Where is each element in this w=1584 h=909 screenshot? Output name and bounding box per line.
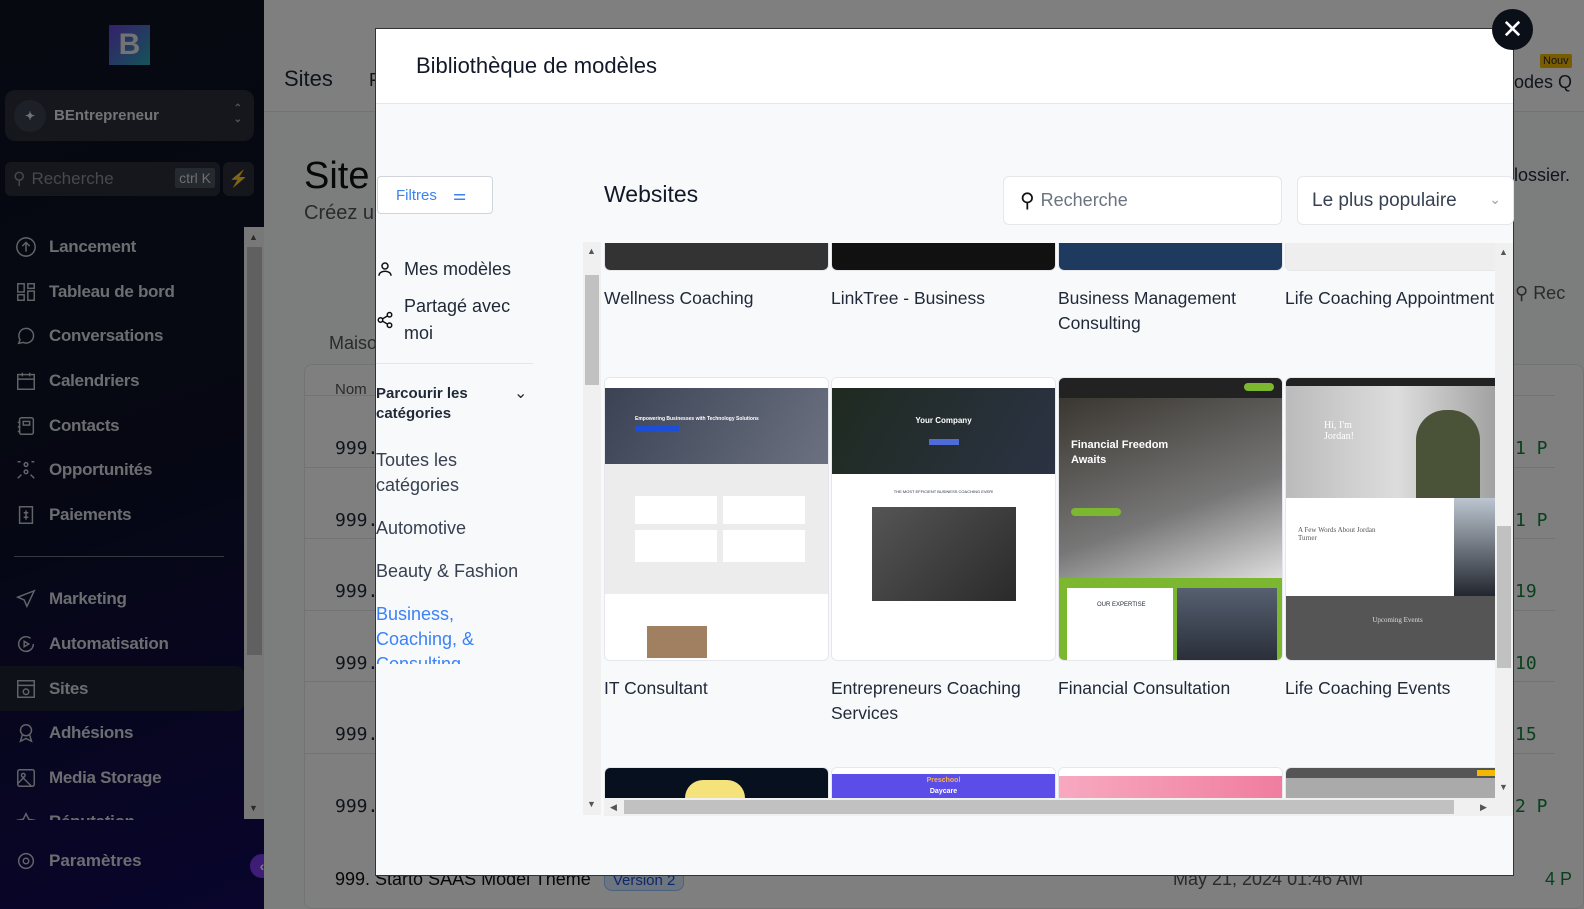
template-thumbnail[interactable]: Empowering Businesses with Technology So… bbox=[604, 377, 829, 661]
template-title[interactable]: Life Coaching Events bbox=[1285, 676, 1495, 701]
my-templates-label: Mes modèles bbox=[404, 258, 512, 279]
template-thumbnail[interactable] bbox=[831, 243, 1056, 271]
filters-button[interactable]: Filtres ⚌ bbox=[377, 176, 493, 214]
category-scrollbar[interactable]: ▲ ▼ bbox=[583, 242, 601, 815]
share-icon bbox=[377, 311, 393, 329]
template-thumbnail[interactable]: Preschool Daycare bbox=[831, 767, 1056, 798]
category-item[interactable]: Business, Coaching, & Consulting bbox=[376, 602, 536, 664]
template-thumbnail[interactable] bbox=[604, 243, 829, 271]
chevron-down-icon: ⌄ bbox=[1489, 191, 1501, 207]
browse-label: Parcourir les catégories bbox=[376, 385, 468, 422]
search-icon: ⚲ bbox=[1020, 190, 1035, 212]
thumb-text: Your Company bbox=[915, 416, 972, 425]
thumb-text: THE MOST EFFICIENT BUSINESS COACHING EVE… bbox=[893, 489, 994, 494]
template-title[interactable]: LinkTree - Business bbox=[831, 286, 1056, 311]
template-thumbnail[interactable]: Your Company THE MOST EFFICIENT BUSINESS … bbox=[831, 377, 1056, 661]
template-title[interactable]: Business Management Consulting bbox=[1058, 286, 1283, 336]
sort-select[interactable]: Le plus populaire ⌄ bbox=[1297, 176, 1514, 225]
category-item[interactable]: Beauty & Fashion bbox=[376, 559, 536, 584]
sliders-icon: ⚌ bbox=[452, 187, 467, 204]
thumb-text: OUR EXPERTISE bbox=[1097, 602, 1146, 608]
thumb-text: Daycare bbox=[929, 788, 958, 795]
search-placeholder: Recherche bbox=[1040, 190, 1128, 210]
thumb-text: Financial Freedom Awaits bbox=[1071, 439, 1169, 466]
template-thumbnail[interactable] bbox=[1058, 243, 1283, 271]
template-grid: Wellness Coaching LinkTree - Business Busi… bbox=[604, 243, 1495, 798]
template-thumbnail[interactable] bbox=[1285, 243, 1495, 271]
user-icon bbox=[378, 262, 392, 276]
template-title[interactable]: Wellness Coaching bbox=[604, 286, 829, 311]
filters-label: Filtres bbox=[396, 186, 437, 204]
thumb-text: A Few Words About Jordan Turner bbox=[1298, 526, 1376, 542]
thumb-text: Preschool bbox=[926, 777, 961, 784]
shared-label: Partagé avec moi bbox=[404, 296, 511, 343]
template-thumbnail[interactable] bbox=[1058, 767, 1283, 798]
template-thumbnail[interactable]: Financial Freedom Awaits OUR EXPERTISE bbox=[1058, 377, 1283, 661]
template-title[interactable]: Life Coaching Appointments bbox=[1285, 286, 1495, 311]
template-title[interactable]: IT Consultant bbox=[604, 676, 829, 701]
thumb-text: Upcoming Events bbox=[1372, 616, 1423, 624]
modal-header: Bibliothèque de modèles bbox=[376, 29, 1513, 104]
close-modal-button[interactable]: ✕ bbox=[1492, 9, 1533, 50]
nav-my-templates[interactable]: Mes modèles bbox=[376, 249, 546, 289]
category-item[interactable]: Automotive bbox=[376, 516, 536, 541]
template-thumbnail[interactable] bbox=[604, 767, 829, 798]
sort-value: Le plus populaire bbox=[1312, 189, 1457, 211]
template-thumbnail[interactable] bbox=[1285, 767, 1495, 798]
template-title[interactable]: Entrepreneurs Coaching Services bbox=[831, 676, 1056, 726]
modal-title: Bibliothèque de modèles bbox=[416, 53, 657, 78]
grid-vertical-scrollbar[interactable]: ▲ ▼ bbox=[1495, 243, 1513, 798]
thumb-text: Hi, I'm Jordan! bbox=[1324, 420, 1354, 442]
thumb-text: Empowering Businesses with Technology So… bbox=[635, 416, 759, 422]
nav-shared[interactable]: Partagé avec moi bbox=[376, 293, 546, 347]
chevron-down-icon: ⌄ bbox=[514, 385, 528, 402]
template-title[interactable]: Financial Consultation bbox=[1058, 676, 1283, 701]
template-thumbnail[interactable]: Hi, I'm Jordan! A Few Words About Jordan … bbox=[1285, 377, 1495, 661]
section-title: Websites bbox=[604, 181, 699, 207]
template-library-modal: Bibliothèque de modèles Filtres ⚌ Mes mod… bbox=[375, 28, 1514, 876]
browse-categories-toggle[interactable]: Parcourir les catégories ⌄ bbox=[376, 384, 527, 424]
grid-horizontal-scrollbar[interactable]: ◀ ▶ bbox=[604, 798, 1513, 816]
category-nav: Mes modèles Partagé avec moi Parcourir l… bbox=[376, 249, 546, 664]
close-icon: ✕ bbox=[1501, 14, 1524, 44]
category-item[interactable]: Toutes les catégories bbox=[376, 448, 536, 498]
template-search-input[interactable]: ⚲ Recherche bbox=[1003, 176, 1282, 225]
